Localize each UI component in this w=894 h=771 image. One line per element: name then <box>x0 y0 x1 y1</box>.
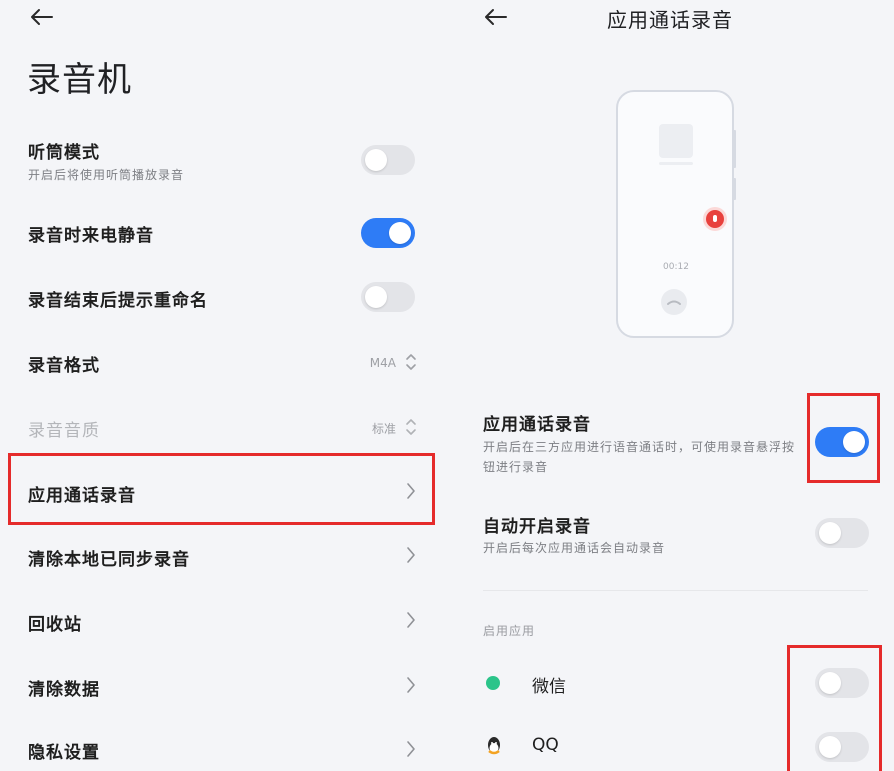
phone-side-button <box>733 178 736 200</box>
setting-row-privacy[interactable]: 隐私设置 <box>0 720 446 771</box>
setting-label: 录音时来电静音 <box>28 226 154 246</box>
toggle-knob <box>365 149 387 171</box>
auto-start-description: 开启后每次应用通话会自动录音 <box>483 541 666 555</box>
setting-label: 录音格式 <box>28 356 100 376</box>
enabled-apps-section-label: 启用应用 <box>483 624 536 638</box>
setting-label: 隐私设置 <box>28 743 100 763</box>
format-value: M4A <box>369 356 396 370</box>
setting-label: 录音结束后提示重命名 <box>28 291 208 311</box>
app-call-recording-panel: 应用通话录音 00:12 应用通话录音 开启后在三方应用进行语音通话时，可使用录… <box>446 0 894 771</box>
wechat-toggle[interactable] <box>815 668 869 698</box>
toggle-knob <box>365 286 387 308</box>
auto-start-toggle[interactable] <box>815 518 869 548</box>
chevron-right-icon <box>407 483 415 499</box>
app-name-qq: QQ <box>532 735 559 755</box>
qq-icon <box>486 736 502 756</box>
chevron-right-icon <box>407 547 415 563</box>
earpiece-mode-toggle[interactable] <box>361 145 415 175</box>
back-arrow-icon[interactable] <box>24 0 58 34</box>
record-floating-button-icon <box>706 210 724 228</box>
section-divider <box>483 590 868 591</box>
app-call-recording-toggle[interactable] <box>815 427 869 457</box>
page-title: 应用通话录音 <box>607 8 733 32</box>
setting-row-app-call-recording[interactable]: 应用通话录音 <box>0 460 446 522</box>
toggle-knob <box>819 522 841 544</box>
setting-label: 应用通话录音 <box>28 486 136 506</box>
setting-row-clear-data[interactable]: 清除数据 <box>0 656 446 716</box>
setting-row-rename-prompt[interactable]: 录音结束后提示重命名 <box>0 267 446 327</box>
setting-label: 回收站 <box>28 615 82 635</box>
setting-row-mute-calls[interactable]: 录音时来电静音 <box>0 203 446 263</box>
auto-start-label: 自动开启录音 <box>483 517 591 537</box>
setting-label: 清除本地已同步录音 <box>28 550 190 570</box>
setting-row-recycle-bin[interactable]: 回收站 <box>0 591 446 651</box>
page-title: 录音机 <box>27 60 132 100</box>
setting-label: 听筒模式 <box>28 143 100 163</box>
setting-row-clear-synced[interactable]: 清除本地已同步录音 <box>0 527 446 587</box>
quality-value: 标准 <box>371 422 396 436</box>
setting-description: 开启后将使用听筒播放录音 <box>28 168 185 182</box>
qq-toggle[interactable] <box>815 732 869 762</box>
hangup-icon <box>661 289 687 315</box>
mute-calls-toggle[interactable] <box>361 218 415 248</box>
chevron-right-icon <box>407 741 415 757</box>
sort-arrows-icon <box>406 354 416 370</box>
recorder-settings-panel: 录音机 听筒模式 开启后将使用听筒播放录音 录音时来电静音 录音结束后提示重命名… <box>0 0 446 771</box>
setting-label: 清除数据 <box>28 680 100 700</box>
toggle-knob <box>819 672 841 694</box>
setting-row-earpiece-mode[interactable]: 听筒模式 开启后将使用听筒播放录音 <box>0 130 446 190</box>
caller-name-placeholder <box>659 162 693 165</box>
app-call-recording-label: 应用通话录音 <box>483 415 591 435</box>
chevron-right-icon <box>407 612 415 628</box>
app-call-recording-description: 开启后在三方应用进行语音通话时，可使用录音悬浮按钮进行录音 <box>483 440 796 474</box>
setting-row-format[interactable]: 录音格式 M4A <box>0 332 446 392</box>
phone-side-button <box>733 130 736 168</box>
setting-row-quality[interactable]: 录音音质 标准 <box>0 397 446 457</box>
call-timer: 00:12 <box>663 262 689 272</box>
toggle-knob <box>819 736 841 758</box>
sort-arrows-icon <box>406 419 416 435</box>
setting-label: 录音音质 <box>28 421 100 441</box>
app-name-wechat: 微信 <box>532 677 566 697</box>
wechat-icon <box>486 676 500 690</box>
toggle-knob <box>843 431 865 453</box>
toggle-knob <box>389 222 411 244</box>
rename-prompt-toggle[interactable] <box>361 282 415 312</box>
caller-avatar <box>659 124 693 158</box>
chevron-right-icon <box>407 677 415 693</box>
